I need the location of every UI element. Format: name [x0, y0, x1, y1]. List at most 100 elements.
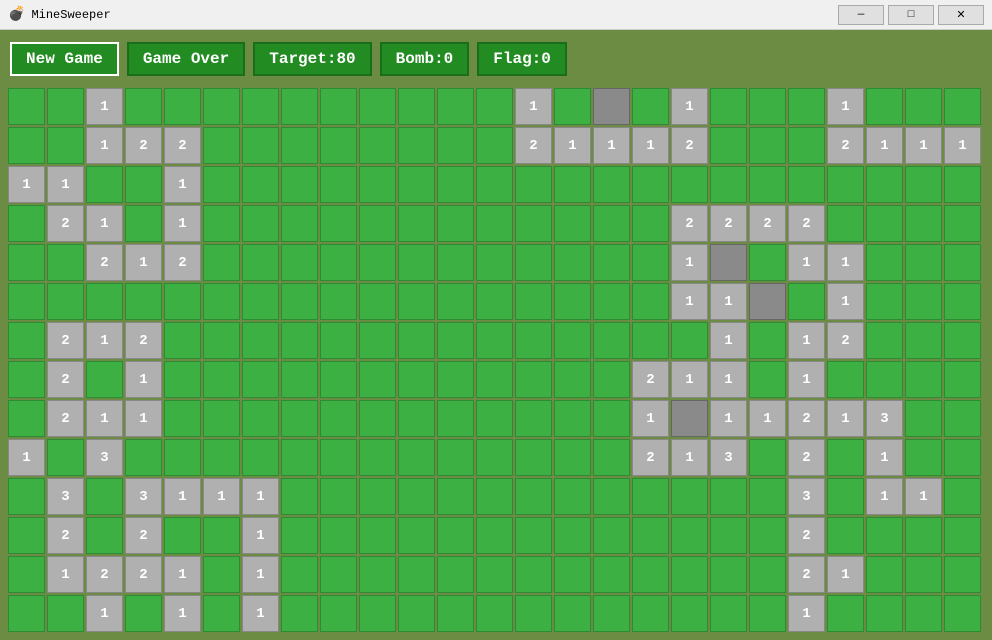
cell[interactable]: 2 [671, 127, 708, 164]
cell[interactable] [632, 595, 669, 632]
cell[interactable] [554, 244, 591, 281]
cell[interactable]: 1 [164, 166, 201, 203]
cell[interactable]: 1 [125, 244, 162, 281]
cell[interactable] [8, 517, 45, 554]
cell[interactable]: 1 [710, 361, 747, 398]
cell[interactable] [164, 88, 201, 125]
cell[interactable]: 2 [125, 517, 162, 554]
cell[interactable] [242, 361, 279, 398]
cell[interactable]: 1 [671, 283, 708, 320]
cell[interactable] [593, 478, 630, 515]
cell[interactable] [437, 127, 474, 164]
cell[interactable] [437, 322, 474, 359]
cell[interactable] [476, 517, 513, 554]
cell[interactable] [515, 517, 552, 554]
cell[interactable] [632, 322, 669, 359]
cell[interactable]: 1 [515, 88, 552, 125]
cell[interactable]: 2 [632, 439, 669, 476]
cell[interactable] [905, 400, 942, 437]
cell[interactable] [47, 595, 84, 632]
cell[interactable] [281, 205, 318, 242]
cell[interactable]: 1 [164, 556, 201, 593]
cell[interactable] [905, 244, 942, 281]
cell[interactable] [125, 88, 162, 125]
cell[interactable] [671, 478, 708, 515]
cell[interactable]: 1 [86, 127, 123, 164]
cell[interactable] [632, 244, 669, 281]
cell[interactable] [8, 400, 45, 437]
close-button[interactable]: ✕ [938, 5, 984, 25]
cell[interactable] [281, 517, 318, 554]
cell[interactable]: 1 [164, 595, 201, 632]
cell[interactable]: 1 [866, 127, 903, 164]
cell[interactable] [320, 595, 357, 632]
cell[interactable] [554, 556, 591, 593]
cell[interactable]: 1 [242, 556, 279, 593]
cell[interactable] [8, 478, 45, 515]
cell[interactable]: 2 [788, 439, 825, 476]
cell[interactable]: 1 [8, 166, 45, 203]
cell[interactable]: 2 [710, 205, 747, 242]
cell[interactable] [593, 517, 630, 554]
cell[interactable] [827, 439, 864, 476]
cell[interactable] [437, 400, 474, 437]
cell[interactable] [515, 244, 552, 281]
cell[interactable] [905, 166, 942, 203]
cell[interactable]: 1 [827, 556, 864, 593]
cell[interactable] [671, 595, 708, 632]
cell[interactable] [593, 556, 630, 593]
cell[interactable] [515, 205, 552, 242]
cell[interactable] [437, 439, 474, 476]
cell[interactable] [398, 127, 435, 164]
cell[interactable] [242, 205, 279, 242]
cell[interactable] [281, 166, 318, 203]
cell[interactable] [47, 283, 84, 320]
cell[interactable] [905, 361, 942, 398]
cell[interactable] [554, 166, 591, 203]
cell[interactable]: 3 [125, 478, 162, 515]
cell[interactable] [749, 556, 786, 593]
cell[interactable] [866, 556, 903, 593]
cell[interactable] [242, 439, 279, 476]
cell[interactable]: 2 [788, 556, 825, 593]
cell[interactable] [86, 166, 123, 203]
cell[interactable] [866, 283, 903, 320]
cell[interactable]: 1 [827, 88, 864, 125]
cell[interactable] [671, 322, 708, 359]
cell[interactable] [671, 400, 708, 437]
cell[interactable]: 1 [554, 127, 591, 164]
cell[interactable] [320, 205, 357, 242]
cell[interactable] [320, 517, 357, 554]
cell[interactable] [320, 322, 357, 359]
cell[interactable]: 1 [632, 127, 669, 164]
cell[interactable] [515, 361, 552, 398]
cell[interactable] [125, 166, 162, 203]
cell[interactable] [710, 517, 747, 554]
cell[interactable] [203, 205, 240, 242]
cell[interactable] [320, 244, 357, 281]
cell[interactable]: 2 [788, 517, 825, 554]
cell[interactable] [476, 361, 513, 398]
cell[interactable]: 2 [125, 322, 162, 359]
cell[interactable] [398, 244, 435, 281]
cell[interactable] [632, 166, 669, 203]
cell[interactable]: 1 [86, 322, 123, 359]
cell[interactable] [593, 244, 630, 281]
cell[interactable] [632, 205, 669, 242]
cell[interactable] [203, 595, 240, 632]
cell[interactable]: 1 [710, 322, 747, 359]
cell[interactable] [593, 166, 630, 203]
cell[interactable] [281, 595, 318, 632]
cell[interactable] [359, 127, 396, 164]
cell[interactable]: 3 [866, 400, 903, 437]
cell[interactable] [710, 88, 747, 125]
cell[interactable] [554, 88, 591, 125]
cell[interactable] [203, 283, 240, 320]
cell[interactable] [359, 595, 396, 632]
cell[interactable] [8, 556, 45, 593]
cell[interactable] [944, 283, 981, 320]
cell[interactable] [632, 556, 669, 593]
cell[interactable] [281, 361, 318, 398]
cell[interactable] [359, 205, 396, 242]
cell[interactable] [944, 556, 981, 593]
